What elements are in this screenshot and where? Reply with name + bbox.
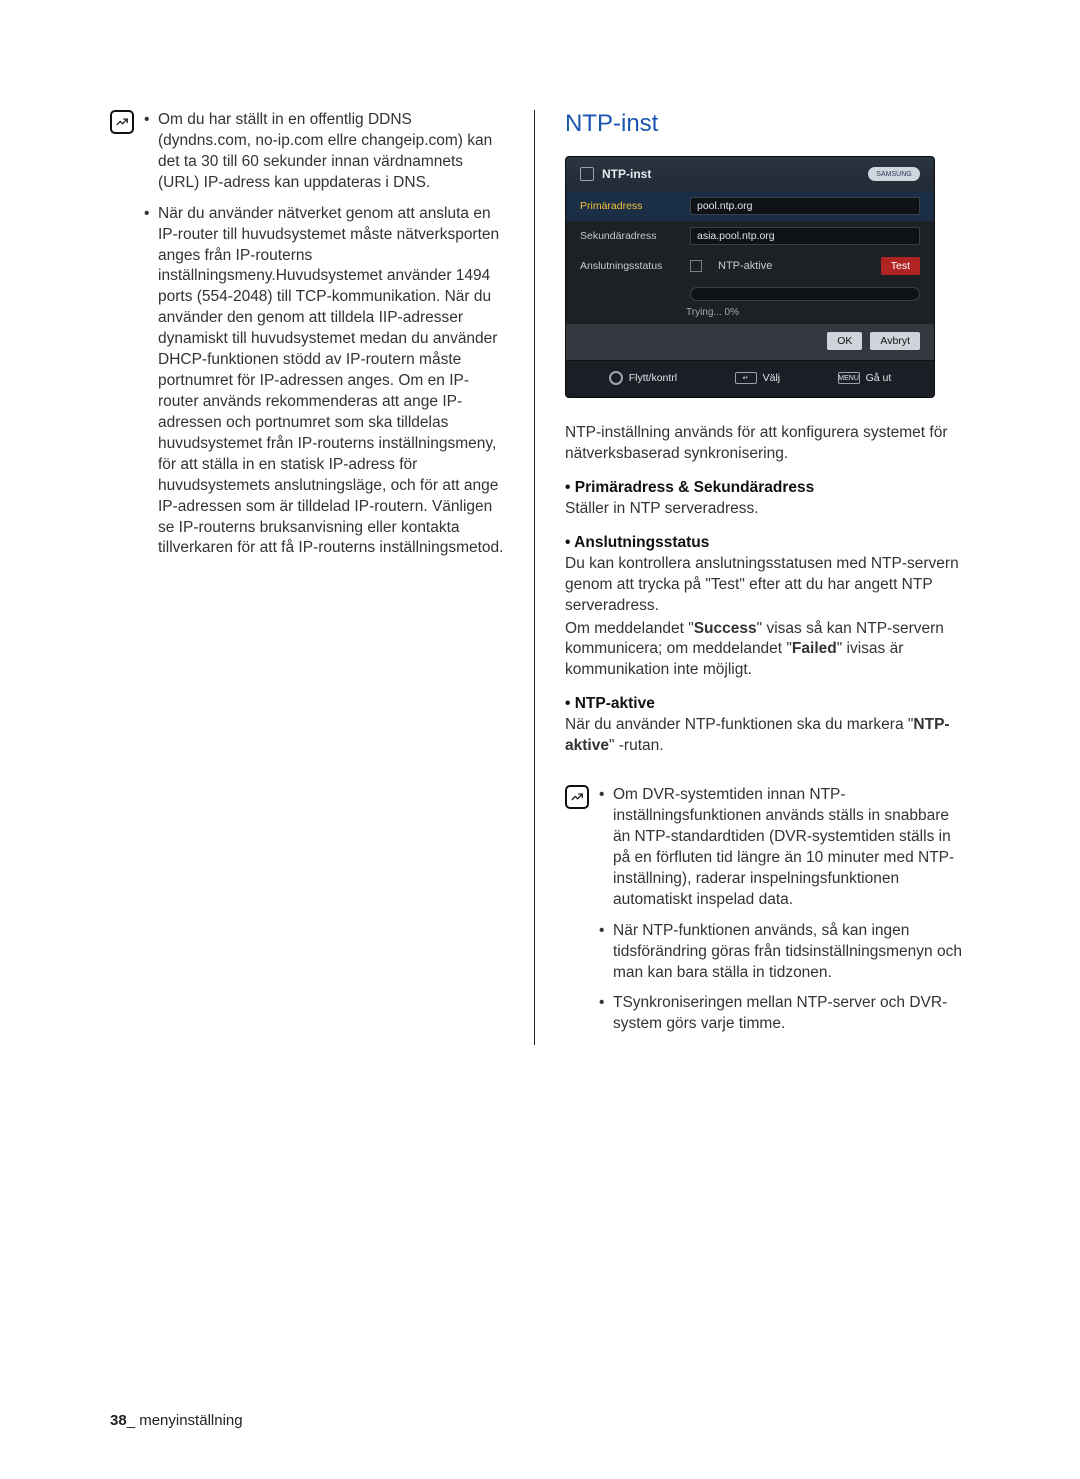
osd-cancel-button[interactable]: Avbryt [870,332,920,350]
osd-label-primary: Primäradress [580,200,680,212]
osd-label-status: Anslutningsstatus [580,260,680,272]
note-icon [110,110,134,134]
menu-key-icon: MENU [838,372,860,384]
right-note-1: Om DVR-systemtiden innan NTP-inställning… [599,785,970,911]
osd-title-icon [580,167,594,181]
subbody-primary-secondary: Ställer in NTP serveradress. [565,499,970,520]
right-note-2: När NTP-funktionen används, så kan ingen… [599,921,970,984]
left-column: Om du har ställt in en offentlig DDNS (d… [110,110,535,1045]
osd-status-text: Trying... 0% [566,307,934,318]
samsung-logo: SAMSUNG [868,167,920,181]
enter-key-icon: ↵ [735,372,757,384]
osd-label-secondary: Sekundäradress [580,230,680,242]
section-heading-ntp: NTP-inst [565,110,970,138]
left-note-1: Om du har ställt in en offentlig DDNS (d… [144,110,504,194]
osd-footer-select: Välj [763,372,781,384]
osd-test-button[interactable]: Test [881,257,920,275]
subhead-ntp-active: NTP-aktive [565,695,970,713]
subbody-connection-status-a: Du kan kontrollera anslutningsstatusen m… [565,554,970,617]
note-icon [565,785,589,809]
osd-footer-exit: Gå ut [866,372,892,384]
left-note-2: När du använder nätverket genom att ansl… [144,204,504,560]
subbody-ntp-active: När du använder NTP-funktionen ska du ma… [565,715,970,757]
subhead-connection-status: Anslutningsstatus [565,534,970,552]
osd-ntp-active-label: NTP-aktive [718,260,772,272]
osd-ok-button[interactable]: OK [827,332,862,350]
osd-input-secondary[interactable]: asia.pool.ntp.org [690,227,920,245]
page-footer: 38_ menyinställning [110,1412,243,1429]
subbody-connection-status-b: Om meddelandet "Success" visas så kan NT… [565,619,970,682]
osd-ntp-active-checkbox[interactable] [690,260,702,272]
subhead-primary-secondary: Primäradress & Sekundäradress [565,479,970,497]
right-column: NTP-inst NTP-inst SAMSUNG Primäradress p… [535,110,970,1045]
osd-progress-bar [690,287,920,301]
osd-footer-move: Flytt/kontrl [629,372,677,384]
osd-title-text: NTP-inst [602,167,651,181]
right-note-3: TSynkroniseringen mellan NTP-server och … [599,993,970,1035]
osd-input-primary[interactable]: pool.ntp.org [690,197,920,215]
osd-panel: NTP-inst SAMSUNG Primäradress pool.ntp.o… [565,156,935,398]
ntp-intro: NTP-inställning används för att konfigur… [565,423,970,465]
dpad-icon [609,371,623,385]
